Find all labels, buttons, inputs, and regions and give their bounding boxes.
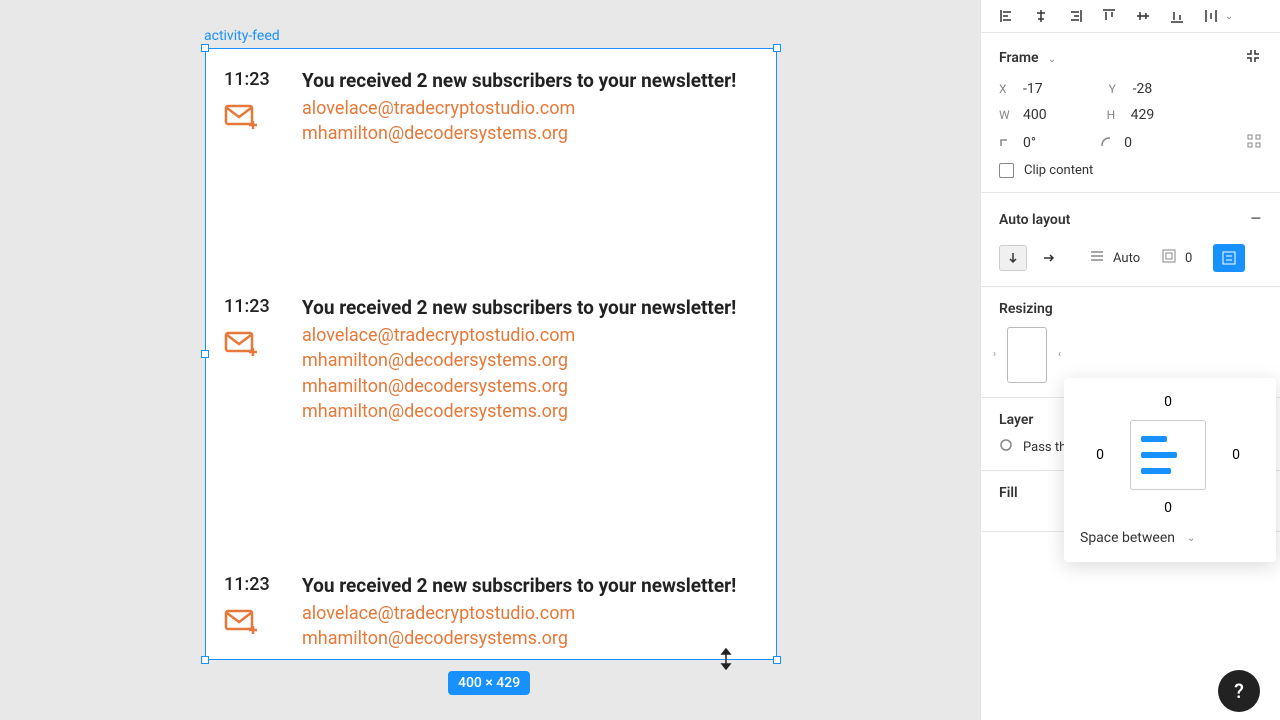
activity-title: You received 2 new subscribers to your n… — [302, 69, 758, 92]
padding-left-input[interactable]: 0 — [1096, 447, 1104, 463]
design-canvas[interactable]: activity-feed 11:23 You received 2 new su… — [0, 0, 980, 720]
resize-handle[interactable] — [773, 656, 781, 664]
activity-item[interactable]: 11:23 You received 2 new subscribers to y… — [206, 554, 776, 651]
w-input[interactable]: 400 — [1023, 107, 1047, 123]
activity-title: You received 2 new subscribers to your n… — [302, 574, 758, 597]
h-label: H — [1107, 108, 1121, 122]
activity-email[interactable]: mhamilton@decodersystems.org — [302, 374, 758, 399]
activity-email[interactable]: alovelace@tradecryptostudio.com — [302, 601, 758, 626]
padding-right-input[interactable]: 0 — [1232, 447, 1240, 463]
padding-alignment-popover[interactable]: 0 0 0 0 Space between ⌄ — [1064, 378, 1276, 562]
padding-icon — [1161, 248, 1177, 268]
activity-email[interactable]: mhamilton@decodersystems.org — [302, 348, 758, 373]
autolayout-section: Auto layout − Auto 0 — [981, 193, 1280, 287]
resize-cursor-icon — [718, 648, 734, 668]
activity-time: 11:23 — [224, 574, 270, 595]
new-mail-icon — [224, 607, 260, 641]
activity-email[interactable]: mhamilton@decodersystems.org — [302, 626, 758, 651]
independent-corners-icon[interactable] — [1246, 133, 1262, 153]
x-input[interactable]: -17 — [1023, 81, 1043, 97]
align-right-icon[interactable] — [1067, 8, 1083, 24]
help-button[interactable]: ? — [1218, 670, 1260, 712]
align-top-icon[interactable] — [1101, 8, 1117, 24]
activity-email[interactable]: alovelace@tradecryptostudio.com — [302, 323, 758, 348]
frame-section-title[interactable]: Frame — [999, 50, 1039, 66]
align-hcenter-icon[interactable] — [1033, 8, 1049, 24]
spacing-mode-select[interactable]: Space between — [1080, 530, 1175, 546]
autolayout-title: Auto layout — [999, 212, 1070, 228]
dimensions-badge: 400 × 429 — [448, 671, 530, 695]
clip-content-label: Clip content — [1024, 163, 1093, 178]
alignment-toolbar: ⌄ — [981, 0, 1280, 33]
resize-handle[interactable] — [201, 44, 209, 52]
activity-title: You received 2 new subscribers to your n… — [302, 296, 758, 319]
chevron-down-icon[interactable]: ⌄ — [1187, 533, 1195, 544]
distribute-icon[interactable]: ⌄ — [1203, 8, 1233, 24]
resize-handle[interactable] — [773, 44, 781, 52]
blend-mode-icon — [999, 438, 1013, 456]
padding-top-input[interactable]: 0 — [1164, 394, 1172, 410]
activity-time: 11:23 — [224, 69, 270, 90]
alignment-grid[interactable] — [1130, 420, 1206, 490]
resize-to-fit-icon[interactable] — [1244, 47, 1262, 69]
chevron-down-icon[interactable]: ⌄ — [1048, 54, 1056, 65]
layer-title: Layer — [999, 412, 1033, 428]
spacing-icon — [1089, 249, 1105, 267]
activity-time: 11:23 — [224, 296, 270, 317]
x-label: X — [999, 82, 1013, 96]
corner-radius-icon — [1100, 136, 1114, 151]
resizing-title: Resizing — [999, 301, 1053, 317]
w-label: W — [999, 108, 1013, 122]
new-mail-icon — [224, 329, 260, 363]
y-label: Y — [1109, 82, 1123, 96]
clip-content-checkbox[interactable] — [999, 163, 1014, 178]
hug-left-icon: › — [993, 349, 996, 360]
activity-email[interactable]: mhamilton@decodersystems.org — [302, 121, 758, 146]
new-mail-icon — [224, 102, 260, 136]
resize-handle[interactable] — [201, 350, 209, 358]
radius-input[interactable]: 0 — [1124, 135, 1132, 151]
alignment-padding-button[interactable] — [1213, 244, 1245, 272]
activity-item[interactable]: 11:23 You received 2 new subscribers to y… — [206, 276, 776, 424]
rotation-input[interactable]: 0° — [1023, 135, 1036, 151]
resize-handle[interactable] — [201, 656, 209, 664]
resizing-preview[interactable] — [1007, 327, 1047, 383]
align-bottom-icon[interactable] — [1169, 8, 1185, 24]
y-input[interactable]: -28 — [1133, 81, 1153, 97]
h-input[interactable]: 429 — [1131, 107, 1155, 123]
direction-vertical-button[interactable] — [999, 245, 1027, 271]
activity-email[interactable]: mhamilton@decodersystems.org — [302, 399, 758, 424]
frame-name-label[interactable]: activity-feed — [204, 28, 280, 44]
align-vcenter-icon[interactable] — [1135, 8, 1151, 24]
selected-frame[interactable]: 11:23 You received 2 new subscribers to y… — [205, 48, 777, 660]
direction-horizontal-button[interactable] — [1035, 247, 1063, 269]
inspector-panel: ⌄ Frame ⌄ X -17 Y -28 W 400 H 429 0° — [980, 0, 1280, 720]
activity-item[interactable]: 11:23 You received 2 new subscribers to y… — [206, 49, 776, 146]
spacing-input[interactable]: Auto — [1113, 251, 1153, 266]
padding-bottom-input[interactable]: 0 — [1164, 500, 1172, 516]
align-left-icon[interactable] — [999, 8, 1015, 24]
activity-email[interactable]: alovelace@tradecryptostudio.com — [302, 96, 758, 121]
frame-section: Frame ⌄ X -17 Y -28 W 400 H 429 0° 0 — [981, 33, 1280, 193]
rotation-icon — [999, 136, 1013, 151]
remove-autolayout-icon[interactable]: − — [1249, 207, 1262, 232]
padding-input[interactable]: 0 — [1185, 251, 1205, 266]
fill-title: Fill — [999, 485, 1018, 501]
hug-right-icon: ‹ — [1058, 349, 1061, 360]
